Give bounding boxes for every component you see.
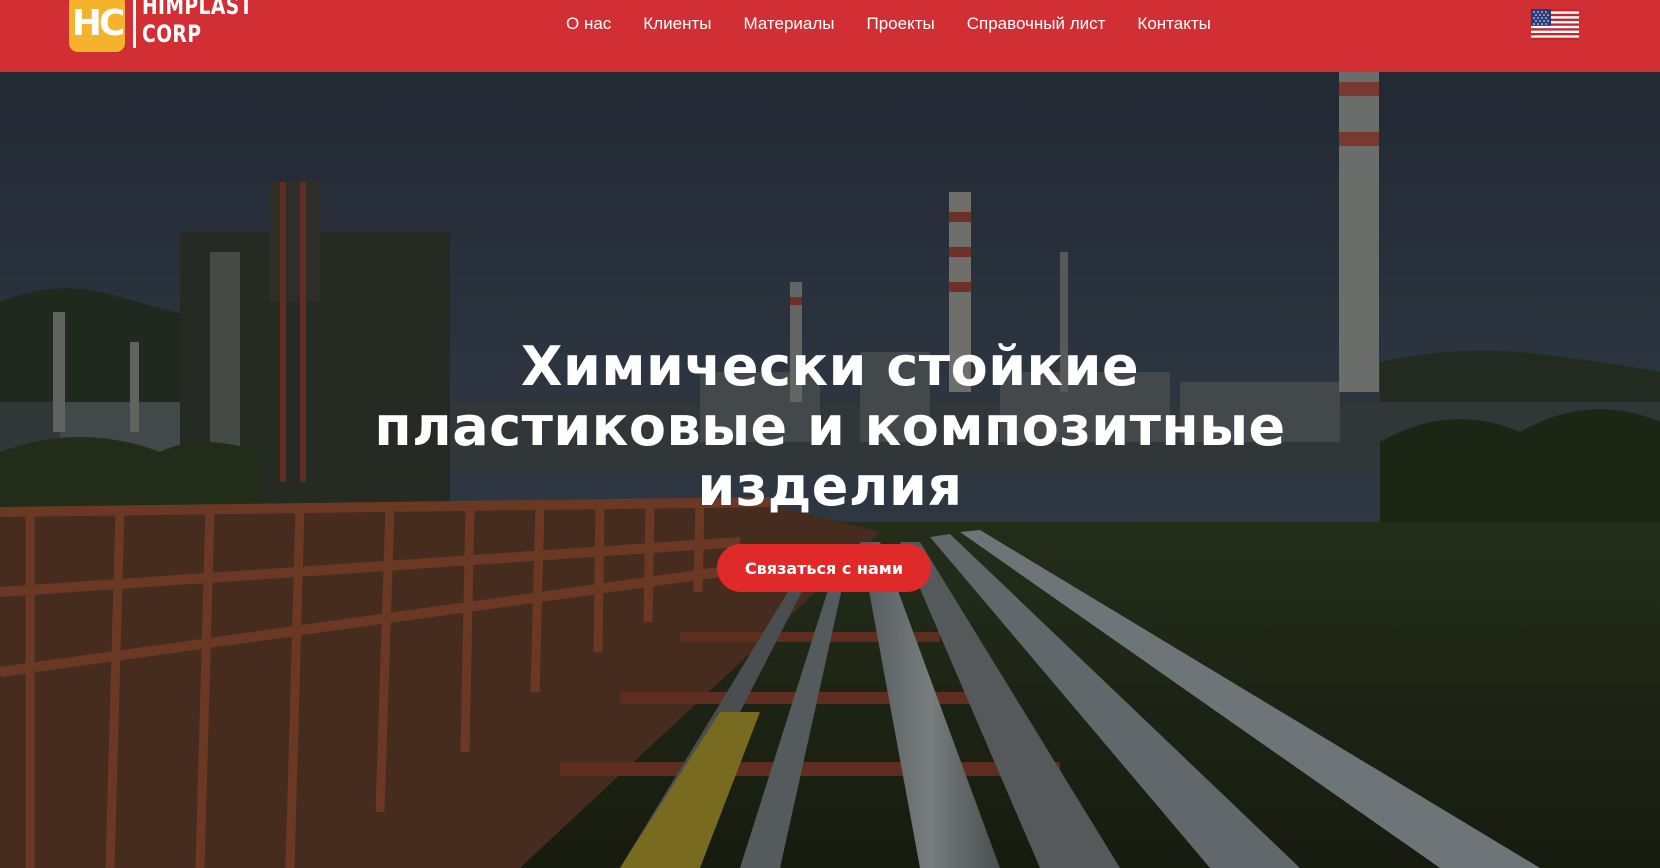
nav-item-projects[interactable]: Проекты bbox=[851, 13, 951, 35]
hero-title-line-1: Химически стойкие bbox=[520, 335, 1140, 398]
site-header: HC HIMPLAST CORP О нас Клиенты Материалы… bbox=[0, 0, 1660, 72]
logo-text-line1: HIMPLAST bbox=[142, 0, 253, 20]
logo-text: HIMPLAST CORP bbox=[142, 0, 253, 48]
nav-item-materials[interactable]: Материалы bbox=[727, 13, 850, 35]
contact-us-button[interactable]: Связаться с нами bbox=[717, 544, 931, 592]
hero-title-line-2: пластиковые и композитные bbox=[374, 395, 1286, 458]
hero-section: Химически стойкие пластиковые и композит… bbox=[0, 72, 1660, 868]
nav-item-contacts[interactable]: Контакты bbox=[1121, 13, 1226, 35]
logo-text-line2: CORP bbox=[142, 20, 202, 48]
logo[interactable]: HC HIMPLAST CORP bbox=[69, 0, 284, 54]
nav-item-about[interactable]: О нас bbox=[550, 13, 627, 35]
main-nav: О нас Клиенты Материалы Проекты Справочн… bbox=[550, 13, 1227, 35]
nav-item-clients[interactable]: Клиенты bbox=[627, 13, 727, 35]
hero-title: Химически стойкие пластиковые и композит… bbox=[0, 337, 1660, 517]
logo-divider bbox=[133, 0, 136, 48]
nav-item-reference-sheet[interactable]: Справочный лист bbox=[951, 13, 1122, 35]
us-flag-icon[interactable] bbox=[1531, 9, 1579, 40]
hero-title-line-3: изделия bbox=[697, 455, 963, 518]
logo-badge: HC bbox=[69, 0, 125, 52]
